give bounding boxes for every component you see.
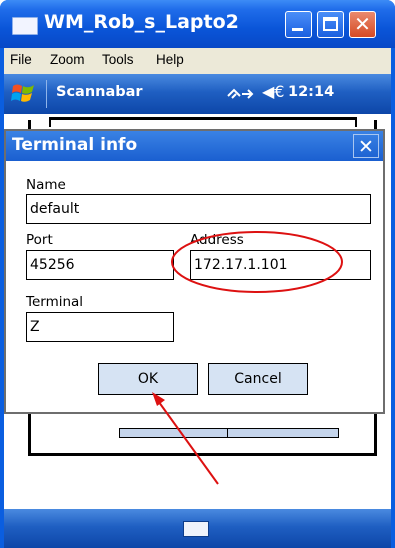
menu-file[interactable]: File <box>10 52 32 67</box>
app-title: Scannabar <box>56 84 143 100</box>
address-label: Address <box>190 232 244 248</box>
connectivity-icon[interactable] <box>226 84 256 104</box>
emulator-window: WM_Rob_s_Lapto2 ✕ File Zoom Tools Help S… <box>0 0 395 548</box>
dialog-titlebar: Terminal info ✕ <box>6 131 383 161</box>
maximize-icon <box>323 17 338 31</box>
dialog-close-icon[interactable]: ✕ <box>353 134 379 158</box>
window-title: WM_Rob_s_Lapto2 <box>44 11 239 33</box>
keyboard-icon[interactable] <box>183 521 209 537</box>
volume-icon[interactable]: ◀€ <box>262 82 284 101</box>
app-window-icon <box>12 17 38 35</box>
background-form-top <box>49 117 357 127</box>
ok-button[interactable]: OK <box>98 363 198 395</box>
close-icon: ✕ <box>354 12 371 36</box>
clock[interactable]: 12:14 <box>288 84 334 100</box>
menubar: File Zoom Tools Help <box>4 48 391 74</box>
port-field[interactable]: 45256 <box>26 250 174 280</box>
name-field[interactable]: default <box>26 194 371 224</box>
minimize-icon <box>292 28 303 31</box>
terminal-label: Terminal <box>26 294 84 310</box>
background-button-left <box>119 428 229 438</box>
windows-start-icon[interactable] <box>10 80 38 108</box>
cancel-button[interactable]: Cancel <box>208 363 308 395</box>
name-label: Name <box>26 177 66 193</box>
terminal-info-dialog: Terminal info ✕ Name default Port 45256 … <box>4 129 385 414</box>
navbar-separator <box>46 80 47 108</box>
menu-zoom[interactable]: Zoom <box>50 52 85 67</box>
device-screen: Scannabar ◀€ 12:14 Terminal info ✕ Name … <box>4 74 391 548</box>
menu-tools[interactable]: Tools <box>102 52 134 67</box>
dialog-title: Terminal info <box>12 135 138 155</box>
minimize-button[interactable] <box>285 11 312 38</box>
background-button-right <box>227 428 339 438</box>
maximize-button[interactable] <box>317 11 344 38</box>
window-titlebar[interactable]: WM_Rob_s_Lapto2 ✕ <box>0 0 395 48</box>
terminal-field[interactable]: Z <box>26 312 174 342</box>
wm-navigation-bar: Scannabar ◀€ 12:14 <box>4 74 391 114</box>
wm-bottom-bar <box>4 509 391 548</box>
address-field[interactable]: 172.17.1.101 <box>190 250 371 280</box>
port-label: Port <box>26 232 53 248</box>
menu-help[interactable]: Help <box>156 52 184 67</box>
window-close-button[interactable]: ✕ <box>349 11 376 38</box>
